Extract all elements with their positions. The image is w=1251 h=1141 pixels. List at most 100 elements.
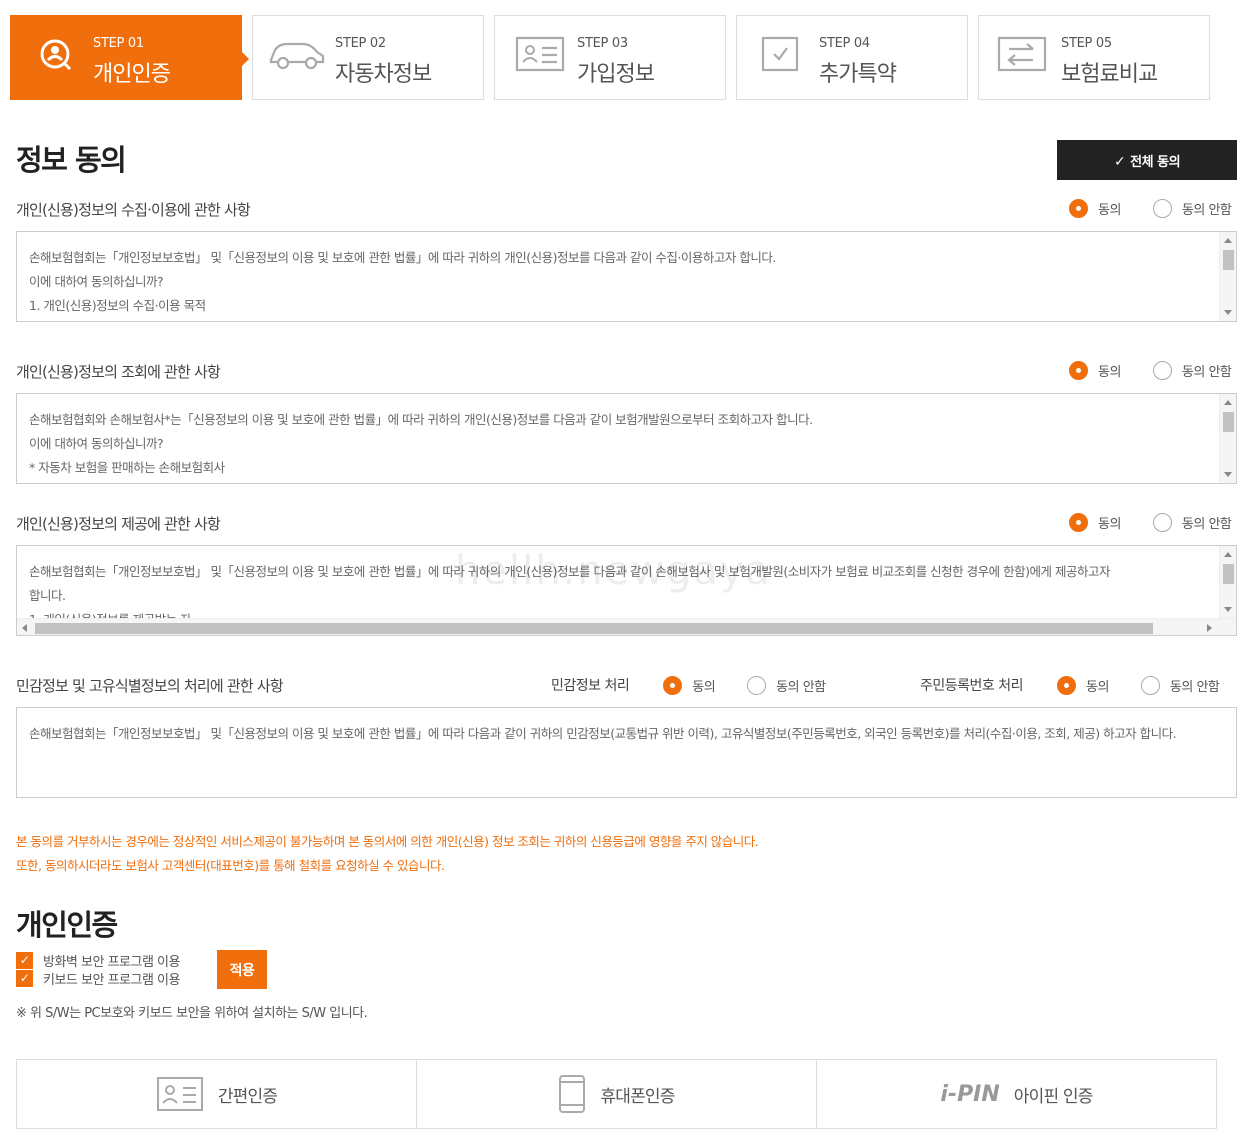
- sensitive-agree-radio[interactable]: 동의: [663, 675, 716, 695]
- horizontal-scrollbar[interactable]: [17, 618, 1236, 635]
- consent-text-box[interactable]: 손해보험협회는「개인정보보호법」 및「신용정보의 이용 및 보호에 관한 법률」…: [16, 707, 1237, 798]
- step-number: STEP 05: [1061, 36, 1112, 51]
- agree-radio[interactable]: 동의: [1069, 361, 1121, 380]
- disagree-radio[interactable]: 동의 안함: [1152, 199, 1232, 218]
- firewall-checkbox-row[interactable]: ✓ 방화벽 보안 프로그램 이용: [16, 951, 180, 970]
- radio-dot: [1152, 513, 1172, 532]
- radio-dot: [1152, 361, 1172, 380]
- disagree-radio-label: 동의 안함: [1181, 365, 1232, 380]
- checkbox-icon: [761, 36, 799, 72]
- keyboard-security-label: 키보드 보안 프로그램 이용: [43, 973, 180, 988]
- step-1-personal-auth[interactable]: STEP 01 개인인증: [10, 15, 249, 100]
- step-2-car-info[interactable]: STEP 02 자동차정보: [252, 15, 484, 100]
- radio-dot: [747, 675, 767, 695]
- consent-radio-group: 동의 동의 안함: [1069, 361, 1232, 380]
- rrn-processing-label: 주민등록번호 처리: [920, 678, 1024, 694]
- consent-text-box[interactable]: 손해보험협회는「개인정보보호법」 및「신용정보의 이용 및 보호에 관한 법률」…: [16, 231, 1237, 322]
- step-4-additional-terms[interactable]: STEP 04 추가특약: [736, 15, 968, 100]
- consent-text-line: * 자동차 보험을 판매하는 손해보험회사: [29, 460, 225, 475]
- consent-item-title: 개인(신용)정보의 조회에 관한 사항: [16, 363, 221, 381]
- sensitive-info-label: 민감정보 처리: [551, 678, 630, 694]
- vertical-scrollbar[interactable]: [1219, 232, 1236, 321]
- rrn-radio-group: 주민등록번호 처리 동의 동의 안함: [920, 675, 1220, 695]
- scroll-thumb[interactable]: [1223, 412, 1234, 432]
- keyboard-security-checkbox-row[interactable]: ✓ 키보드 보안 프로그램 이용: [16, 969, 180, 988]
- notice-line: 또한, 동의하시더라도 보험사 고객센터(대표번호)를 통해 철회를 요청하실 …: [16, 858, 445, 873]
- mobile-auth-tab[interactable]: 휴대폰인증: [416, 1059, 817, 1129]
- disagree-radio-label: 동의 안함: [1181, 203, 1232, 218]
- radio-dot: [1069, 513, 1088, 532]
- consent-text-line: 손해보험협회와 손해보험사*는「신용정보의 이용 및 보호에 관한 법률」에 따…: [29, 412, 813, 427]
- consent-text-line: 손해보험협회는「개인정보보호법」 및「신용정보의 이용 및 보호에 관한 법률」…: [29, 250, 776, 265]
- scroll-down-icon[interactable]: [1224, 472, 1232, 477]
- apply-button[interactable]: 적용: [217, 950, 267, 989]
- step-number: STEP 04: [819, 36, 870, 51]
- radio-dot: [1140, 675, 1160, 695]
- agree-radio-label: 동의: [1098, 365, 1121, 380]
- ipin-auth-tab[interactable]: i-PIN 아이핀 인증: [816, 1059, 1217, 1129]
- compare-icon: [997, 36, 1047, 72]
- auth-section-title: 개인인증: [16, 908, 118, 942]
- consent-radio-group: 동의 동의 안함: [1069, 199, 1232, 218]
- rrn-agree-radio[interactable]: 동의: [1057, 675, 1109, 695]
- consent-item-title: 민감정보 및 고유식별정보의 처리에 관한 사항: [16, 677, 284, 695]
- disagree-radio[interactable]: 동의 안함: [1152, 513, 1232, 532]
- ipin-auth-label: 아이핀 인증: [1013, 1086, 1094, 1107]
- checkbox-checked-icon[interactable]: ✓: [16, 952, 33, 969]
- check-icon: ✓: [1113, 153, 1126, 170]
- consent-text-line: 1. 개인(신용)정보의 수집·이용 목적: [29, 298, 206, 313]
- sensitive-disagree-radio[interactable]: 동의 안함: [747, 675, 826, 695]
- scroll-up-icon[interactable]: [1224, 238, 1232, 243]
- rrn-disagree-radio[interactable]: 동의 안함: [1140, 675, 1220, 695]
- id-card-icon: [515, 36, 565, 72]
- vertical-scrollbar[interactable]: [1219, 546, 1236, 618]
- vertical-scrollbar[interactable]: [1219, 394, 1236, 483]
- car-icon: [269, 42, 325, 70]
- step-name: 추가특약: [819, 62, 897, 87]
- simple-auth-label: 간편인증: [217, 1086, 278, 1107]
- step-progress-bar: STEP 01 개인인증 STEP 02 자동차정보 STEP 03 가입정보 …: [10, 15, 1210, 100]
- step-5-premium-compare[interactable]: STEP 05 보험료비교: [978, 15, 1210, 100]
- search-person-icon: [40, 39, 72, 71]
- scroll-down-icon[interactable]: [1224, 310, 1232, 315]
- step-3-join-info[interactable]: STEP 03 가입정보: [494, 15, 726, 100]
- consent-radio-group: 동의 동의 안함: [1069, 513, 1232, 532]
- scroll-thumb[interactable]: [1223, 564, 1234, 584]
- scroll-down-icon[interactable]: [1224, 607, 1232, 612]
- mobile-auth-label: 휴대폰인증: [600, 1086, 675, 1107]
- consent-text-line: 이에 대하여 동의하십니까?: [29, 436, 164, 451]
- firewall-label: 방화벽 보안 프로그램 이용: [43, 955, 180, 970]
- agree-all-button[interactable]: ✓ 전체 동의: [1057, 140, 1237, 180]
- consent-text-box[interactable]: 손해보험협회와 손해보험사*는「신용정보의 이용 및 보호에 관한 법률」에 따…: [16, 393, 1237, 484]
- agree-all-label: 전체 동의: [1130, 154, 1181, 170]
- mobile-phone-icon: [559, 1075, 586, 1113]
- step-name: 개인인증: [93, 62, 171, 87]
- step-name: 자동차정보: [335, 62, 432, 87]
- radio-dot: [663, 675, 683, 695]
- disagree-radio-label: 동의 안함: [1169, 679, 1220, 695]
- agree-radio-label: 동의: [1098, 203, 1121, 218]
- scroll-thumb[interactable]: [35, 623, 1153, 634]
- id-card-icon: [156, 1077, 203, 1111]
- scroll-thumb[interactable]: [1223, 250, 1234, 270]
- simple-auth-tab[interactable]: 간편인증: [16, 1059, 417, 1129]
- auth-method-tabs: 간편인증 휴대폰인증 i-PIN 아이핀 인증: [16, 1059, 1217, 1129]
- scroll-up-icon[interactable]: [1224, 552, 1232, 557]
- agree-radio-label: 동의: [692, 679, 716, 695]
- scroll-right-icon[interactable]: [1207, 624, 1212, 632]
- radio-dot: [1069, 361, 1088, 380]
- checkbox-checked-icon[interactable]: ✓: [16, 970, 33, 987]
- step-number: STEP 01: [93, 36, 144, 51]
- consent-text-line: 이에 대하여 동의하십니까?: [29, 274, 164, 289]
- ipin-logo-icon: i-PIN: [940, 1081, 1000, 1107]
- scroll-up-icon[interactable]: [1224, 400, 1232, 405]
- scroll-left-icon[interactable]: [22, 624, 27, 632]
- disagree-radio[interactable]: 동의 안함: [1152, 361, 1232, 380]
- notice-line: 본 동의를 거부하시는 경우에는 정상적인 서비스제공이 불가능하며 본 동의서…: [16, 834, 759, 849]
- agree-radio[interactable]: 동의: [1069, 199, 1121, 218]
- agree-radio[interactable]: 동의: [1069, 513, 1121, 532]
- sw-note: ※ 위 S/W는 PC보호와 키보드 보안을 위하여 설치하는 S/W 입니다.: [16, 1006, 368, 1021]
- consent-item-title: 개인(신용)정보의 제공에 관한 사항: [16, 515, 221, 533]
- step-name: 가입정보: [577, 62, 655, 87]
- watermark: hellh.newgaya: [455, 548, 773, 594]
